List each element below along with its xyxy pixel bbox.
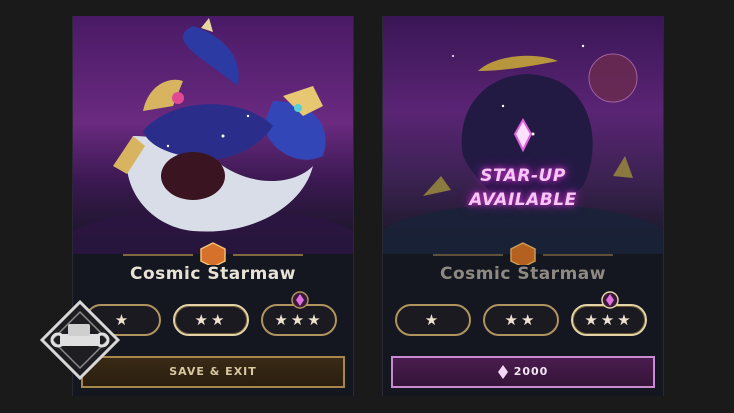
star-3-button[interactable]: ★★★ [571, 291, 647, 336]
creature-art [73, 16, 353, 254]
rarity-ornament [433, 242, 613, 265]
star-level-selector: ★ ★★ ★★★ [395, 291, 655, 338]
champion-title: Cosmic Starmaw [130, 264, 296, 284]
star-2-button[interactable]: ★★ [173, 304, 249, 336]
gem-icon [601, 291, 619, 309]
star-level-selector: ★ ★★ ★★★ [85, 291, 345, 338]
star-1-button[interactable]: ★ [395, 304, 471, 336]
price-label: 2000 [513, 365, 549, 378]
star-2-button[interactable]: ★★ [483, 304, 559, 336]
star-3-label: ★★★ [274, 311, 324, 329]
creature-art-silhouette [383, 16, 663, 254]
star-up-purchase-button[interactable]: 2000 [391, 356, 655, 388]
star-3-label: ★★★ [584, 311, 634, 329]
rarity-ornament [123, 242, 303, 265]
wrench-fist-logo [39, 299, 121, 381]
gem-icon [291, 291, 309, 309]
gem-icon [497, 365, 508, 379]
champion-title: Cosmic Starmaw [440, 264, 606, 284]
star-up-available-text-line2: AVAILABLE [469, 190, 577, 210]
star-3-button[interactable]: ★★★ [261, 291, 337, 336]
card-cosmic-starmaw-upgrade: STAR-UP AVAILABLE Cosmic Starmaw ★ ★★ ★★… [382, 16, 664, 396]
star-up-available-text: STAR-UP [480, 166, 566, 186]
